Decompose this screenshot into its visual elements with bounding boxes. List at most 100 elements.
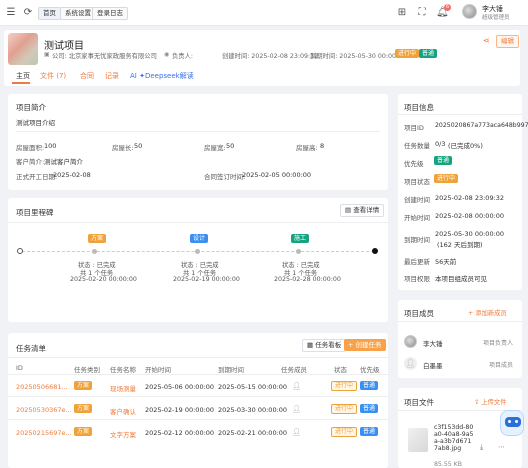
- menu-icon[interactable]: ☰: [5, 7, 17, 19]
- task-start: 2025-02-19 00:00:00: [145, 406, 215, 414]
- info-label-task-count: 任务数量: [404, 142, 430, 150]
- length-label: 房屋长:: [112, 144, 134, 152]
- area-value: 100: [44, 142, 57, 150]
- tab-records[interactable]: 记录: [105, 71, 119, 81]
- task-category-tag: 方案: [74, 381, 93, 390]
- fullscreen-icon[interactable]: ⛶: [416, 7, 428, 19]
- milestones-title: 项目里程碑: [16, 208, 54, 217]
- task-end: 2025-05-15 00:00:00: [218, 383, 288, 391]
- nav-tab-system-settings[interactable]: 系统设置: [60, 7, 96, 20]
- edit-button[interactable]: 编辑: [496, 35, 519, 48]
- info-value-created: 2025-02-08 23:09:32: [435, 194, 505, 202]
- milestone-tag-construction[interactable]: 施工: [291, 234, 310, 243]
- tab-home[interactable]: 主页: [16, 71, 30, 81]
- milestone-date: 2025-02-28 00:00:00: [274, 276, 341, 283]
- list-icon: ▤: [345, 206, 354, 214]
- task-priority-tag: 普通: [360, 381, 379, 390]
- member-role: 项目成员: [489, 362, 514, 369]
- info-priority-tag: 普通: [434, 156, 453, 165]
- info-value-start: 2025-02-08 00:00:00: [435, 212, 505, 220]
- task-id[interactable]: 20250215697e...: [16, 429, 72, 437]
- tab-ai-deepseek[interactable]: AI ✦Deepseek解读: [130, 71, 194, 81]
- divider: [398, 321, 522, 322]
- info-label-created: 创建时间: [404, 196, 430, 204]
- ai-assistant-robot-icon[interactable]: [500, 410, 524, 436]
- task-id[interactable]: 20250506681...: [16, 383, 68, 391]
- notification-badge: 6: [444, 4, 452, 11]
- tasks-card: 任务清单 ▦ 任务看板 + 创建任务 ID 任务类别 任务名称 开始时间 到期时…: [8, 333, 388, 468]
- project-created: 创建时间: 2025-02-08 23:09:32: [222, 53, 319, 60]
- kanban-button[interactable]: ▦ 任务看板: [302, 339, 347, 352]
- company-icon: ▣: [44, 51, 50, 58]
- view-details-button[interactable]: ▤ 查看详情: [340, 204, 385, 217]
- task-category-tag: 方案: [74, 404, 93, 413]
- col-header-members: 任务成员: [281, 366, 307, 374]
- file-thumbnail[interactable]: [408, 428, 428, 452]
- nav-tab-login-log[interactable]: 登录日志: [92, 7, 128, 20]
- file-name[interactable]: c3f153dd-80a0-40a8-9a5a-a3b7d6717ab8.jpg: [434, 424, 474, 452]
- member-avatar-icon: 👤︎: [292, 405, 301, 413]
- tab-contracts[interactable]: 合同: [80, 71, 94, 81]
- area-label: 房屋面积:: [16, 144, 45, 152]
- share-icon[interactable]: ⋖: [483, 36, 490, 45]
- task-id[interactable]: 20250530367e...: [16, 406, 72, 414]
- milestone-tag-design[interactable]: 设计: [190, 234, 209, 243]
- task-start: 2025-05-06 00:00:00: [145, 383, 215, 391]
- task-name[interactable]: 现场测量: [110, 383, 136, 393]
- project-info-card: 项目信息 项目ID 2025020867a773aca648b997 任务数量 …: [398, 94, 528, 290]
- nav-tab-home[interactable]: 首页: [38, 7, 61, 20]
- divider: [8, 374, 388, 375]
- task-name[interactable]: 文字方案: [110, 429, 136, 439]
- user-avatar[interactable]: [462, 4, 477, 19]
- intro-title: 项目简介: [16, 103, 46, 112]
- intro-card: 项目简介 测试项目介绍 房屋面积: 100 房屋长: 50 房屋宽: 50 房屋…: [8, 94, 388, 190]
- download-icon[interactable]: ⤓: [480, 443, 483, 452]
- project-header-card: 测试项目 ▣ 公司: 北京家事无忧家政服务有限公司 ◉ 负责人: 创建时间: 2…: [4, 30, 520, 86]
- contract-date-label: 合同签订时间:: [204, 173, 246, 181]
- timeline-dot: [92, 249, 97, 254]
- info-value-due-days: (162 天后到期): [437, 241, 483, 249]
- info-label-permission: 项目权限: [404, 275, 430, 283]
- project-thumbnail: [8, 33, 38, 65]
- members-card: 项目成员 + 添加新成员 李大锤 项目负责人 👤︎ 白墨墨 项目成员: [398, 300, 522, 378]
- width-label: 房屋宽:: [204, 144, 226, 152]
- start-date-value: 2025-02-08: [53, 171, 91, 179]
- divider: [16, 131, 380, 132]
- task-priority-tag: 普通: [360, 404, 379, 413]
- width-value: 50: [226, 142, 235, 150]
- timeline-end-dot: [372, 248, 378, 254]
- files-title: 项目文件: [404, 398, 434, 407]
- task-end: 2025-03-30 00:00:00: [218, 406, 288, 414]
- col-header-name: 任务名称: [110, 366, 136, 374]
- info-value-task-count: 0/3: [435, 140, 446, 148]
- member-name: 李大锤: [423, 340, 443, 348]
- divider: [398, 114, 522, 115]
- info-value-permission: 本项目组成员可见: [435, 275, 487, 283]
- task-category-tag: 方案: [74, 427, 93, 436]
- member-avatar: [404, 335, 417, 348]
- task-status-tag: 进行中: [331, 427, 358, 437]
- info-label-start: 开始时间: [404, 214, 430, 222]
- info-value-id: 2025020867a773aca648b997: [435, 122, 528, 129]
- project-priority-tag: 普通: [419, 49, 438, 58]
- height-value: 8: [320, 142, 325, 150]
- add-member-button[interactable]: + 添加新成员: [468, 308, 507, 317]
- tab-files[interactable]: 文件 (7): [40, 71, 66, 81]
- create-task-button[interactable]: + 创建任务: [344, 339, 386, 351]
- tasks-title: 任务清单: [16, 344, 46, 353]
- info-label-due: 到期时间: [404, 236, 430, 244]
- refresh-icon[interactable]: ⟳: [22, 7, 34, 19]
- member-avatar-icon: 👤︎: [292, 382, 301, 390]
- timeline-dot: [296, 249, 301, 254]
- grid-icon[interactable]: ⊞: [396, 7, 408, 19]
- task-start: 2025-02-12 00:00:00: [145, 429, 215, 437]
- info-value-due: 2025-05-30 00:00:00: [435, 230, 505, 238]
- task-name[interactable]: 客户确认: [110, 406, 136, 416]
- divider: [8, 222, 388, 223]
- more-icon[interactable]: ⋯: [498, 443, 505, 451]
- upload-button[interactable]: ⇪ 上传文件: [474, 397, 506, 406]
- task-status-tag: 进行中: [331, 381, 358, 391]
- milestone-tag-plan[interactable]: 方案: [88, 234, 107, 243]
- milestones-card: 项目里程碑 ▤ 查看详情 方案 状态 : 已完成 共 1 个任务 2025-02…: [8, 198, 388, 322]
- milestone-date: 2025-02-20 00:00:00: [70, 276, 137, 283]
